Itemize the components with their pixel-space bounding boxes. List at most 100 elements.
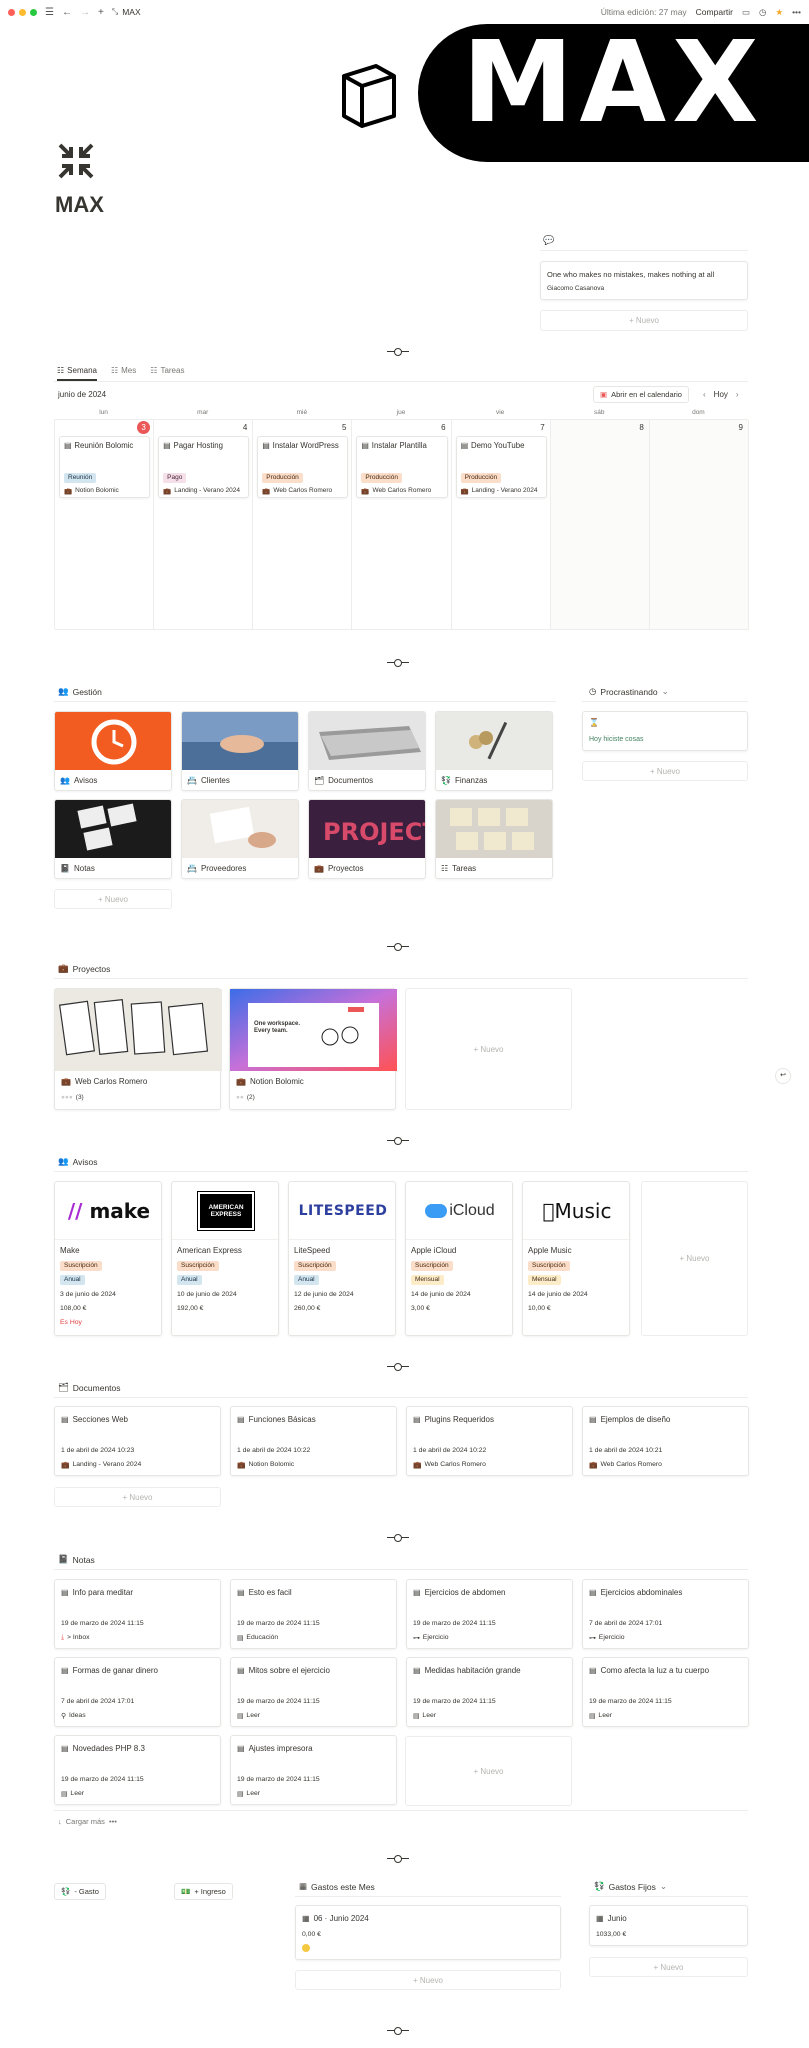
- gestion-card[interactable]: ☷ Tareas: [435, 799, 553, 879]
- procrastinando-header[interactable]: ◷ Procrastinando ⌄: [589, 686, 669, 697]
- documento-card[interactable]: ▤ Funciones Básicas 1 de abril de 2024 10:…: [230, 1406, 397, 1476]
- calendar-day-cell[interactable]: 8: [550, 420, 650, 630]
- maximize-window-icon[interactable]: [30, 8, 37, 16]
- star-icon[interactable]: ★: [775, 7, 783, 18]
- share-button[interactable]: Compartir: [696, 7, 733, 17]
- notes-icon: ▤: [413, 1588, 421, 1597]
- calendar-event-card[interactable]: ▤ Demo YouTube Producción 💼 Landing - Verano…: [455, 436, 547, 498]
- close-window-icon[interactable]: [8, 8, 15, 16]
- prev-week-icon[interactable]: ‹: [703, 390, 706, 399]
- gasto-button[interactable]: 💱 - Gasto: [54, 1883, 106, 1900]
- more-icon[interactable]: •••: [792, 7, 801, 17]
- gastos-fijos-card[interactable]: ▦ Junio 1033,00 €: [589, 1905, 748, 1946]
- nota-category: ▤ Educación: [237, 1634, 279, 1642]
- aviso-name: American Express: [177, 1246, 242, 1255]
- calendar-day-cell[interactable]: 6 ▤ Instalar Plantilla Producción 💼 Web Carlo…: [352, 420, 452, 630]
- calendar-event-card[interactable]: ▤ Reunión Bolomic Reunión 💼 Notion Bolomic: [59, 436, 151, 498]
- plan-tag: Suscripción: [294, 1261, 336, 1271]
- calendar-event-card[interactable]: ▤ Instalar WordPress Producción 💼 Web Carlos…: [257, 436, 349, 498]
- calendar-day-cell[interactable]: 5 ▤ Instalar WordPress Producción 💼 Web Carlo…: [253, 420, 353, 630]
- event-tag: Producción: [361, 473, 402, 483]
- aviso-card[interactable]: // make Make Suscripción Anual 3 de junio de…: [54, 1181, 163, 1336]
- aviso-card[interactable]: Music Apple Music Suscripción Mensual 14 de…: [522, 1181, 631, 1336]
- project-card[interactable]: One workspace. Every team. 💼 Notion Bolomi…: [229, 988, 397, 1110]
- new-gestion-button[interactable]: + Nuevo: [54, 889, 172, 909]
- new-gasto-fijo-button[interactable]: + Nuevo: [589, 1957, 748, 1977]
- nota-title: ▤ Mitos sobre el ejercicio: [237, 1666, 330, 1675]
- gasto-mes-title: ▦ 06 · Junio 2024: [302, 1914, 369, 1923]
- gestion-card[interactable]: 📇 Proveedores: [181, 799, 299, 879]
- gestion-card[interactable]: 👥 Avisos: [54, 711, 172, 791]
- new-documento-button[interactable]: + Nuevo: [54, 1487, 221, 1507]
- documento-card[interactable]: ▤ Ejemplos de diseño 1 de abril de 2024 10…: [582, 1406, 749, 1476]
- gastos-mes-card[interactable]: ▦ 06 · Junio 2024 0,00 €: [295, 1905, 561, 1960]
- calendar-day-cell[interactable]: 4 ▤ Pagar Hosting Pago 💼 Landing - Verano 202…: [154, 420, 254, 630]
- new-nota-button[interactable]: + Nuevo: [405, 1736, 572, 1806]
- comment-icon[interactable]: ▭: [742, 7, 750, 18]
- gestion-card[interactable]: 📇 Clientes: [181, 711, 299, 791]
- gestion-card[interactable]: PROJECTS 💼Proyectos: [308, 799, 426, 879]
- calendar-day-cell[interactable]: 7 ▤ Demo YouTube Producción 💼 Landing - Veran…: [451, 420, 551, 630]
- gestion-card[interactable]: 🗂 Documentos: [308, 711, 426, 791]
- notes-icon: ▤: [61, 1666, 69, 1675]
- open-calendar-button[interactable]: ▣ Abrir en el calendario: [593, 386, 689, 403]
- breadcrumb[interactable]: MAX: [122, 7, 140, 17]
- clock-icon[interactable]: ◷: [759, 7, 766, 18]
- project-card[interactable]: 💼 Web Carlos Romero ●●● (3): [54, 988, 222, 1110]
- gasto-mes-amount: 0,00 €: [302, 1931, 321, 1938]
- quote-card[interactable]: One who makes no mistakes, makes nothing…: [540, 261, 748, 300]
- ingreso-button[interactable]: 💵 + Ingreso: [174, 1883, 233, 1900]
- add-icon[interactable]: +: [98, 7, 104, 18]
- day-number: 9: [738, 423, 743, 432]
- gestion-card[interactable]: 📓 Notas: [54, 799, 172, 879]
- tab-tareas[interactable]: ☷ Tareas: [150, 366, 184, 381]
- aviso-card[interactable]: LITESPEED LiteSpeed Suscripción Anual 12 de …: [288, 1181, 397, 1336]
- today-button[interactable]: Hoy: [714, 390, 728, 399]
- page-icon: ⤡: [111, 7, 119, 16]
- nota-card[interactable]: ▤ Como afecta la luz a tu cuerpo 19 de mar…: [582, 1657, 749, 1727]
- nota-card[interactable]: ▤ Mitos sobre el ejercicio 19 de marzo de …: [230, 1657, 397, 1727]
- nota-card[interactable]: ▤ Novedades PHP 8.3 19 de marzo de 2024 11…: [54, 1735, 221, 1805]
- nota-card[interactable]: ▤ Ejercicios abdominales 7 de abril de 202…: [582, 1579, 749, 1649]
- new-project-button[interactable]: + Nuevo: [405, 988, 572, 1110]
- documento-title: ▤ Secciones Web: [61, 1415, 128, 1424]
- documento-project: 💼 Web Carlos Romero: [589, 1461, 662, 1469]
- minimize-window-icon[interactable]: [19, 8, 26, 16]
- more-icon[interactable]: •••: [109, 1817, 117, 1826]
- nota-card[interactable]: ▤ Esto es facil 19 de marzo de 2024 11:15 ▤…: [230, 1579, 397, 1649]
- documento-card[interactable]: ▤ Secciones Web 1 de abril de 2024 10:23 💼 L…: [54, 1406, 221, 1476]
- nota-card[interactable]: ▤ Medidas habitación grande 19 de marzo de…: [406, 1657, 573, 1727]
- tab-mes[interactable]: ☷ Mes: [111, 366, 136, 381]
- forward-arrow-icon[interactable]: →: [80, 7, 90, 18]
- aviso-date: 14 de junio de 2024: [411, 1291, 471, 1298]
- gastos-fijos-header[interactable]: 💱 Gastos Fijos ⌄: [594, 1881, 667, 1892]
- tab-semana[interactable]: ☷ Semana: [57, 366, 97, 381]
- back-arrow-icon[interactable]: ←: [62, 7, 72, 18]
- documento-card[interactable]: ▤ Plugins Requeridos 1 de abril de 2024 10…: [406, 1406, 573, 1476]
- new-procrastinando-button[interactable]: + Nuevo: [582, 761, 748, 781]
- nota-card[interactable]: ▤ Ejercicios de abdomen 19 de marzo de 202…: [406, 1579, 573, 1649]
- aviso-card[interactable]: iCloud Apple iCloud Suscripción Mensual 14 d…: [405, 1181, 514, 1336]
- nota-card[interactable]: ▤ Ajustes impresora 19 de marzo de 2024 11…: [230, 1735, 397, 1805]
- gestion-card[interactable]: 💱 Finanzas: [435, 711, 553, 791]
- aviso-card[interactable]: AMERICAN EXPRESS American Express Suscripc…: [171, 1181, 280, 1336]
- calendar-event-card[interactable]: ▤ Instalar Plantilla Producción 💼 Web Carlos…: [356, 436, 448, 498]
- next-week-icon[interactable]: ›: [736, 390, 739, 399]
- calendar-day-cell[interactable]: 3 ▤ Reunión Bolomic Reunión 💼 Notion Bolomic: [55, 420, 155, 630]
- calendar-event-card[interactable]: ▤ Pagar Hosting Pago 💼 Landing - Verano 2024: [158, 436, 250, 498]
- nota-category: ▤ Leer: [589, 1712, 613, 1720]
- notes-icon: ▤: [61, 1588, 69, 1597]
- collapse-arrows-icon[interactable]: [57, 142, 95, 180]
- calendar-day-cell[interactable]: 9: [649, 420, 749, 630]
- nota-card[interactable]: ▤ Formas de ganar dinero 7 de abril de 202…: [54, 1657, 221, 1727]
- documento-title: ▤ Funciones Básicas: [237, 1415, 316, 1424]
- page-title[interactable]: MAX: [55, 192, 104, 218]
- procrastinando-card[interactable]: ⌛ Hoy hiciste cosas: [582, 711, 748, 751]
- new-aviso-button[interactable]: + Nuevo: [641, 1181, 748, 1336]
- load-more-button[interactable]: ↓ Cargar más •••: [58, 1817, 117, 1826]
- new-quote-button[interactable]: + Nuevo: [540, 310, 748, 331]
- menu-icon[interactable]: ☰: [45, 7, 54, 18]
- back-arrow-icon[interactable]: ↩: [775, 1068, 791, 1084]
- new-gasto-mes-button[interactable]: + Nuevo: [295, 1970, 561, 1990]
- nota-card[interactable]: ▤ Info para meditar 19 de marzo de 2024 11…: [54, 1579, 221, 1649]
